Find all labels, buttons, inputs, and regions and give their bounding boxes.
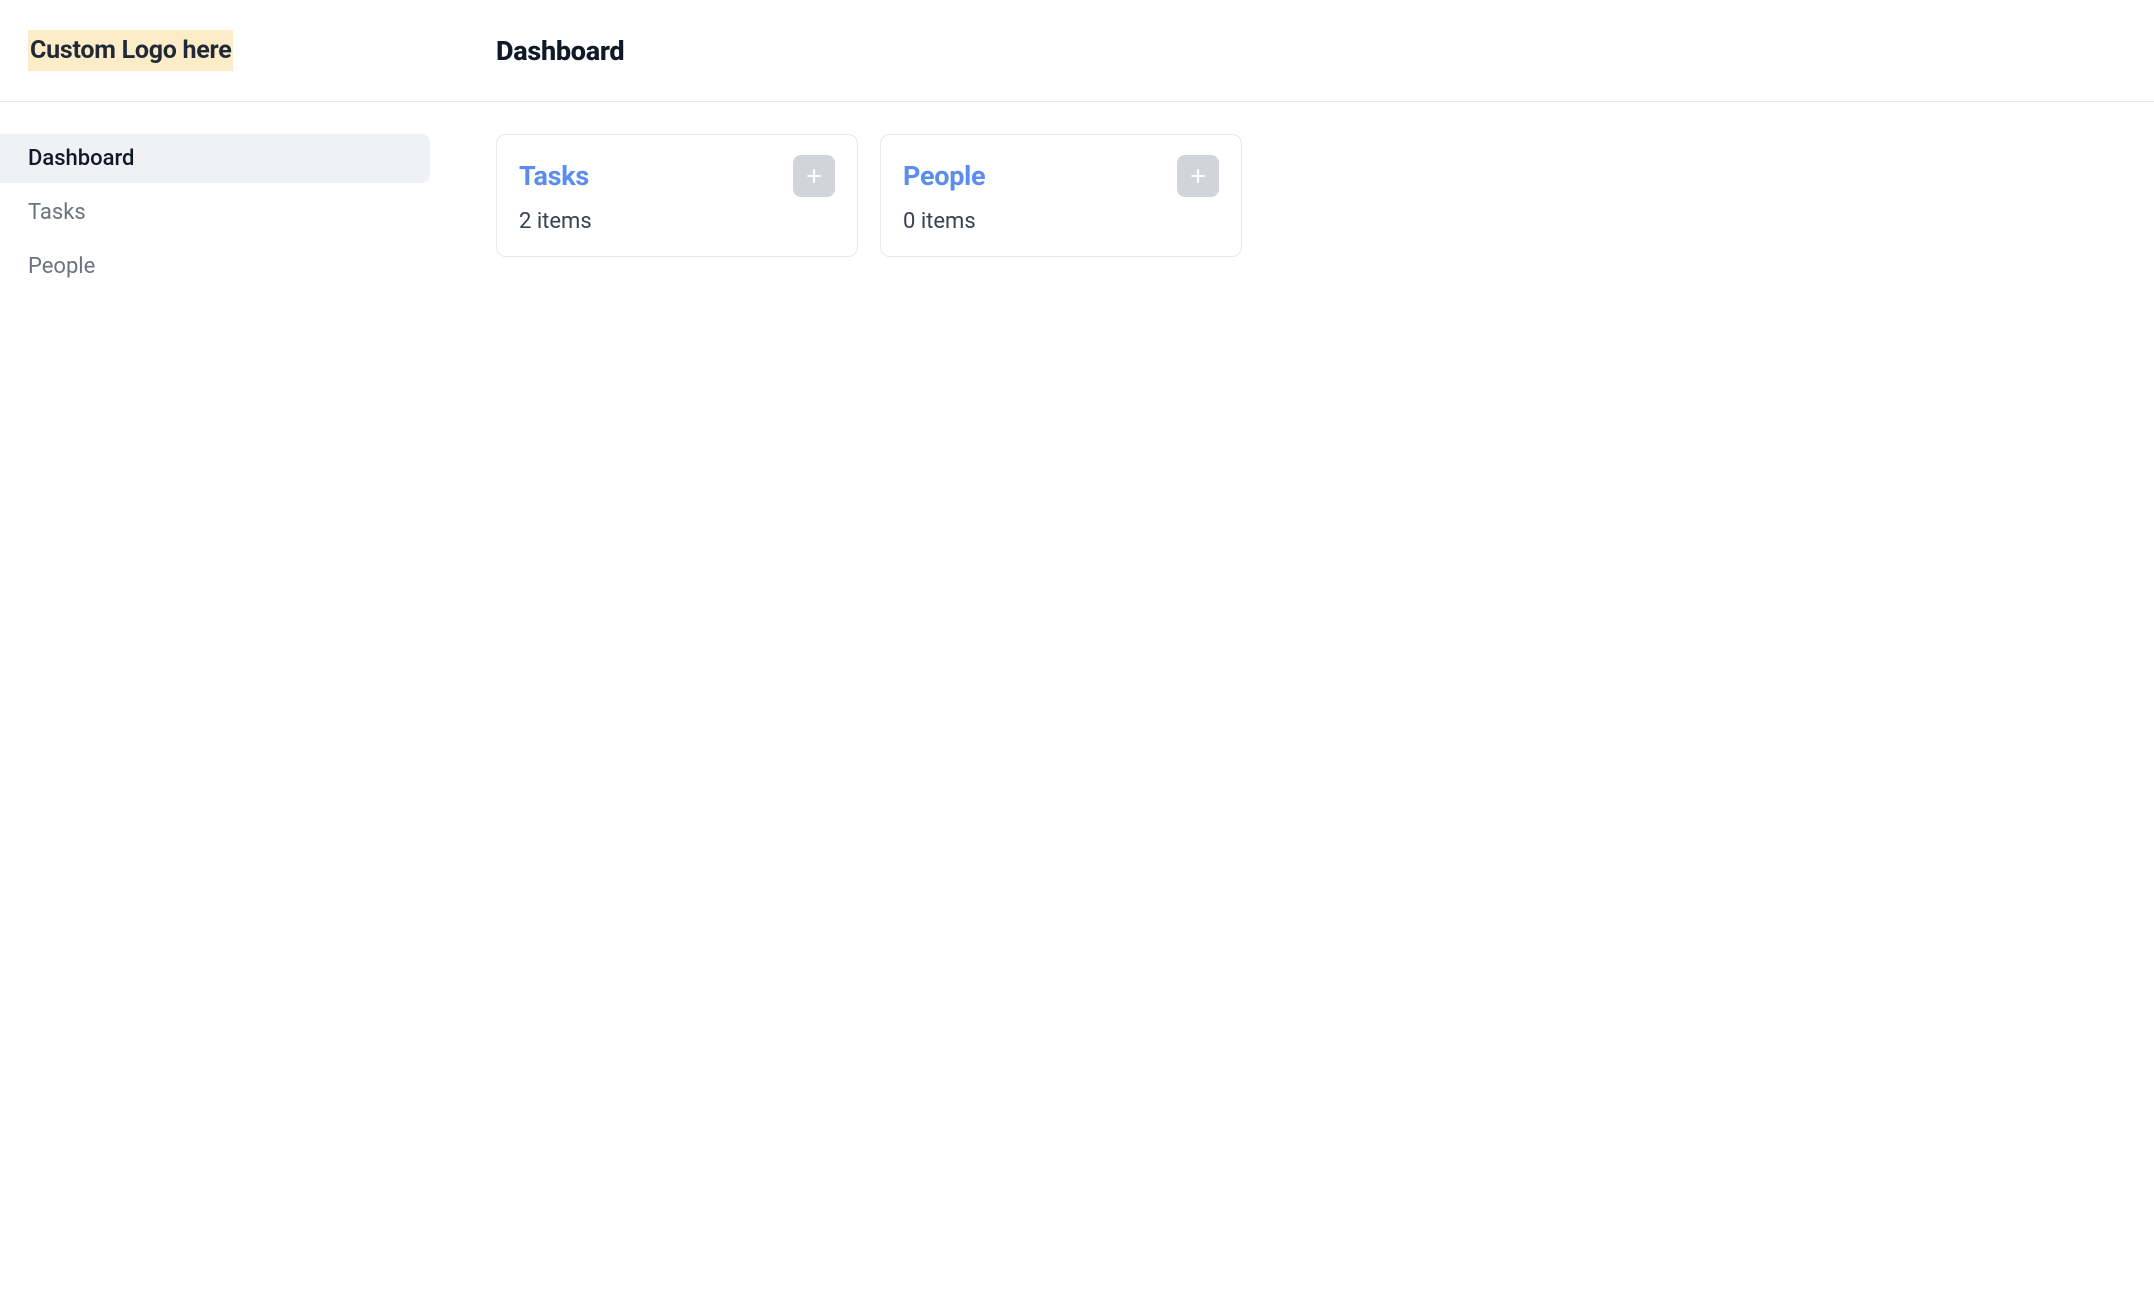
sidebar: Dashboard Tasks People	[0, 102, 430, 1298]
sidebar-item-label: Tasks	[28, 200, 86, 225]
sidebar-item-label: Dashboard	[28, 146, 134, 171]
add-person-button[interactable]	[1177, 155, 1219, 197]
card-subtitle: 0 items	[903, 209, 1219, 234]
card-title-link[interactable]: Tasks	[519, 160, 589, 192]
sidebar-item-dashboard[interactable]: Dashboard	[0, 134, 430, 183]
main-content: Tasks 2 items People	[430, 102, 2154, 1298]
sidebar-item-people[interactable]: People	[0, 242, 430, 291]
logo-text: Custom Logo here	[30, 36, 231, 65]
sidebar-item-tasks[interactable]: Tasks	[0, 188, 430, 237]
app-root: Custom Logo here Dashboard Dashboard Tas…	[0, 0, 2154, 1298]
body: Dashboard Tasks People Tasks	[0, 102, 2154, 1298]
card-title-link[interactable]: People	[903, 160, 985, 192]
card-people: People 0 items	[880, 134, 1242, 257]
logo-area: Custom Logo here	[0, 30, 496, 71]
cards-row: Tasks 2 items People	[496, 134, 2088, 257]
header: Custom Logo here Dashboard	[0, 0, 2154, 102]
card-header: People	[903, 155, 1219, 197]
add-task-button[interactable]	[793, 155, 835, 197]
page-title: Dashboard	[496, 35, 624, 67]
card-tasks: Tasks 2 items	[496, 134, 858, 257]
card-subtitle: 2 items	[519, 209, 835, 234]
plus-icon	[1188, 166, 1208, 186]
sidebar-item-label: People	[28, 254, 95, 279]
card-header: Tasks	[519, 155, 835, 197]
logo-mark: Custom Logo here	[28, 30, 233, 71]
plus-icon	[804, 166, 824, 186]
